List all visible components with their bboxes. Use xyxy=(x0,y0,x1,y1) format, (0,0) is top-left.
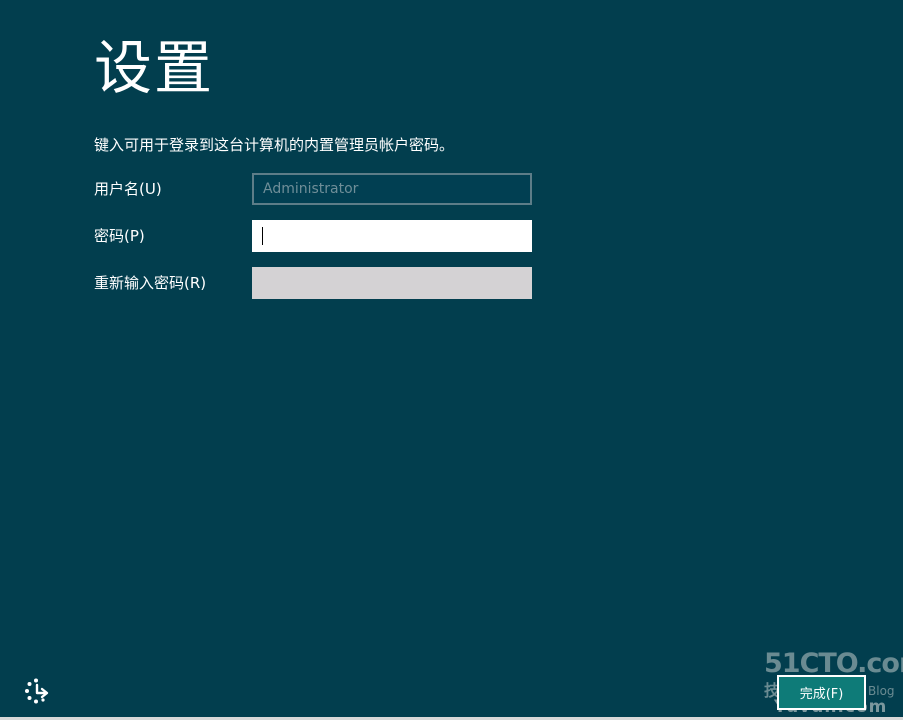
finish-button[interactable]: 完成(F) xyxy=(777,675,866,710)
instruction-text: 键入可用于登录到这台计算机的内置管理员帐户密码。 xyxy=(94,136,455,154)
ease-of-access-glyph xyxy=(25,678,49,704)
username-field[interactable] xyxy=(252,173,532,205)
reenter-password-field[interactable] xyxy=(252,267,532,299)
ease-of-access-icon[interactable] xyxy=(22,676,52,706)
username-label: 用户名(U) xyxy=(94,180,162,198)
password-label: 密码(P) xyxy=(94,227,145,245)
password-field[interactable] xyxy=(252,220,532,252)
watermark-blog: Blog xyxy=(868,684,895,698)
text-caret xyxy=(262,227,263,245)
page-title: 设置 xyxy=(94,34,215,102)
reenter-password-label: 重新输入密码(R) xyxy=(94,274,207,292)
